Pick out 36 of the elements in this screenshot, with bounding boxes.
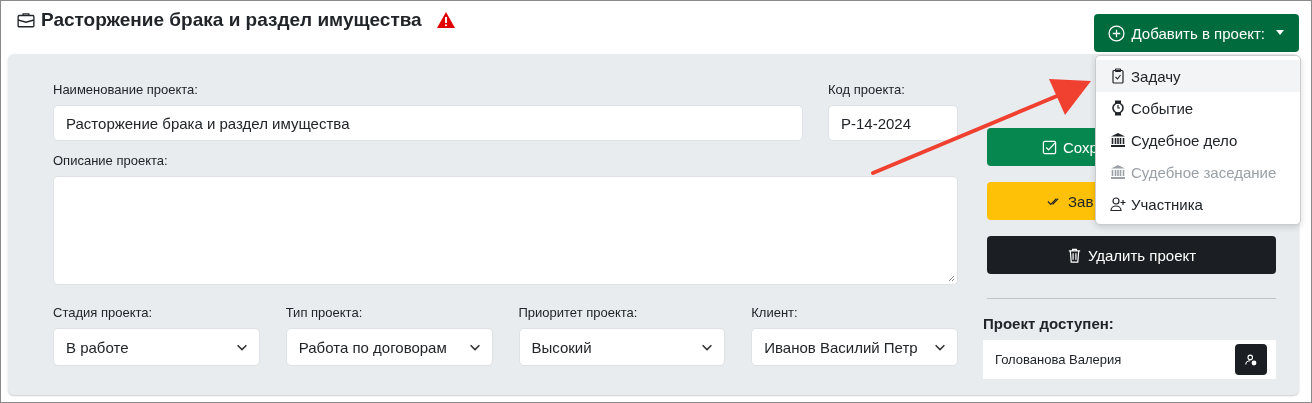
select-field[interactable]: Работа по договорам: [285, 328, 493, 366]
add-to-project-button[interactable]: Добавить в проект:: [1094, 14, 1299, 52]
dropdown-item[interactable]: Судебное дело: [1096, 124, 1300, 156]
select-field[interactable]: Высокий: [518, 328, 726, 366]
dropdown-item[interactable]: Участника: [1096, 188, 1300, 220]
project-code-field[interactable]: Р-14-2024: [828, 105, 958, 141]
caret-icon: [1275, 30, 1285, 36]
person-icon: [1245, 353, 1257, 366]
resize-handle-icon: [948, 275, 955, 282]
watch-icon: [1110, 100, 1126, 116]
clipboard-check-icon: [1110, 68, 1126, 84]
dropdown-item[interactable]: Задачу: [1096, 60, 1300, 92]
plus-circle-icon: [1108, 24, 1126, 42]
field-label: Стадия проекта:: [53, 305, 154, 320]
field-label: Наименование проекта:: [53, 82, 199, 97]
bank-icon: [1110, 164, 1126, 180]
page-title: Расторжение брака и раздел имущества: [41, 9, 422, 31]
remove-user-button[interactable]: [1235, 344, 1267, 375]
bank-icon: [1110, 132, 1126, 148]
field-label: Описание проекта:: [53, 153, 169, 168]
person-plus-icon: [1110, 196, 1126, 212]
dropdown-item[interactable]: Событие: [1096, 92, 1300, 124]
field-label: Тип проекта:: [285, 305, 364, 320]
trash-icon: [1066, 247, 1082, 263]
select-field[interactable]: В работе: [53, 328, 260, 366]
check-square-icon: [1042, 139, 1057, 155]
briefcase-icon: [17, 11, 35, 29]
user-name: Голованова Валерия: [995, 352, 1122, 367]
project-name-field[interactable]: Расторжение брака и раздел имущества: [53, 105, 803, 141]
action-button[interactable]: Удалить проект: [987, 236, 1276, 274]
field-label: Код проекта:: [828, 82, 906, 97]
description-field[interactable]: [53, 176, 958, 285]
select-field[interactable]: Иванов Василий Петр: [751, 328, 958, 366]
access-heading: Проект доступен:: [983, 315, 1115, 332]
field-label: Приоритет проекта:: [518, 305, 639, 320]
field-label: Клиент:: [751, 305, 799, 320]
